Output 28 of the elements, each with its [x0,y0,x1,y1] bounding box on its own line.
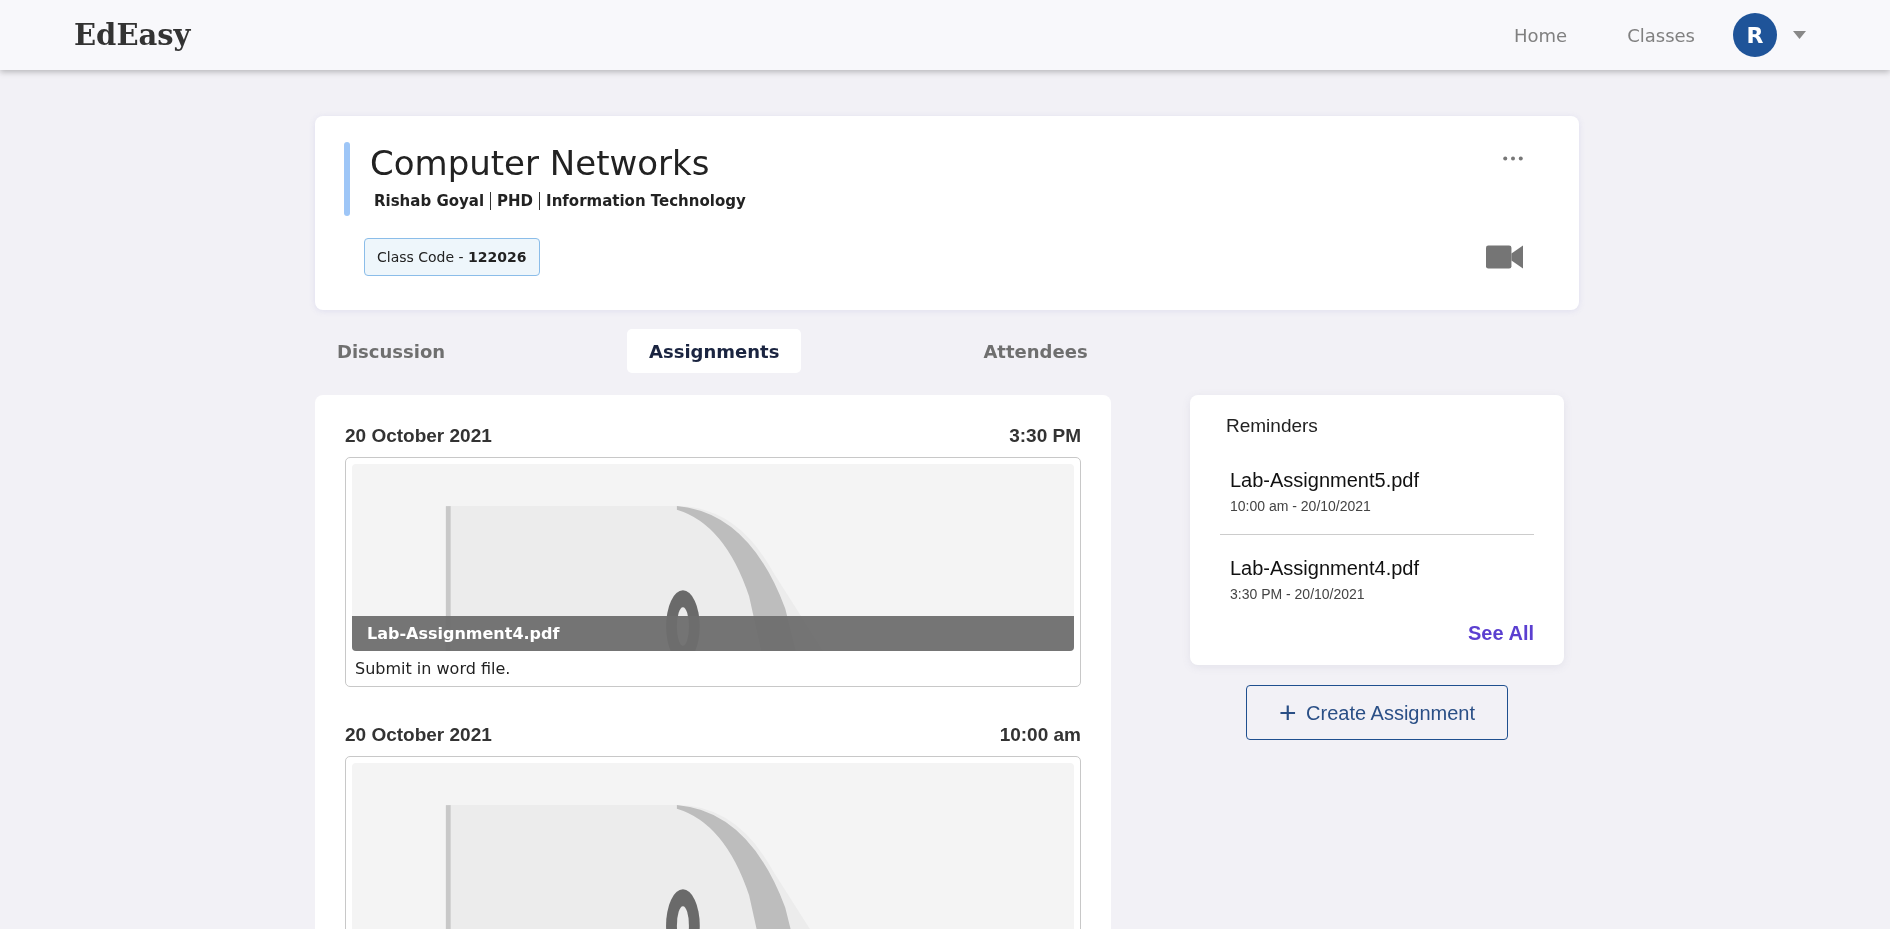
file-name-bar: Lab-Assignment4.pdf [352,616,1074,651]
see-all-link[interactable]: See All [1468,622,1534,645]
reminder-file[interactable]: Lab-Assignment4.pdf [1230,557,1524,580]
caret-icon[interactable] [1793,31,1806,39]
video-camera-icon[interactable] [1486,244,1523,270]
nav-link[interactable]: Home [1514,24,1568,46]
assignment-date: 20 October 2021 [345,724,492,746]
avatar[interactable]: R [1733,13,1777,57]
reminder-file[interactable]: Lab-Assignment5.pdf [1230,469,1524,492]
nav-link[interactable]: Classes [1627,24,1695,46]
logo[interactable]: EdEasy [74,18,191,52]
assignment-time: 3:30 PM [1009,425,1081,447]
reminder-time: 10:00 am - 20/10/2021 [1230,498,1372,514]
tab[interactable]: Assignments [627,329,802,373]
assignment-time: 10:00 am [999,724,1081,746]
class-title: Computer Networks [370,142,711,184]
class-detail: Information Technology [539,192,752,210]
class-code: Class Code - 122026 [364,238,540,276]
more-icon[interactable] [1503,156,1523,161]
class-detail: PHD [490,192,540,210]
tab[interactable]: Attendees [961,329,1110,373]
reminders-title: Reminders [1226,415,1319,437]
reminder-time: 3:30 PM - 20/10/2021 [1230,586,1366,602]
assignment-date: 20 October 2021 [345,425,492,447]
attachment-card[interactable]: Lab-Assignment4.pdf Submit in word file. [345,457,1081,687]
class-detail: Rishab Goyal [374,192,486,210]
assignment-note: Submit in word file. [354,658,512,678]
tab[interactable]: Discussion [315,329,468,373]
